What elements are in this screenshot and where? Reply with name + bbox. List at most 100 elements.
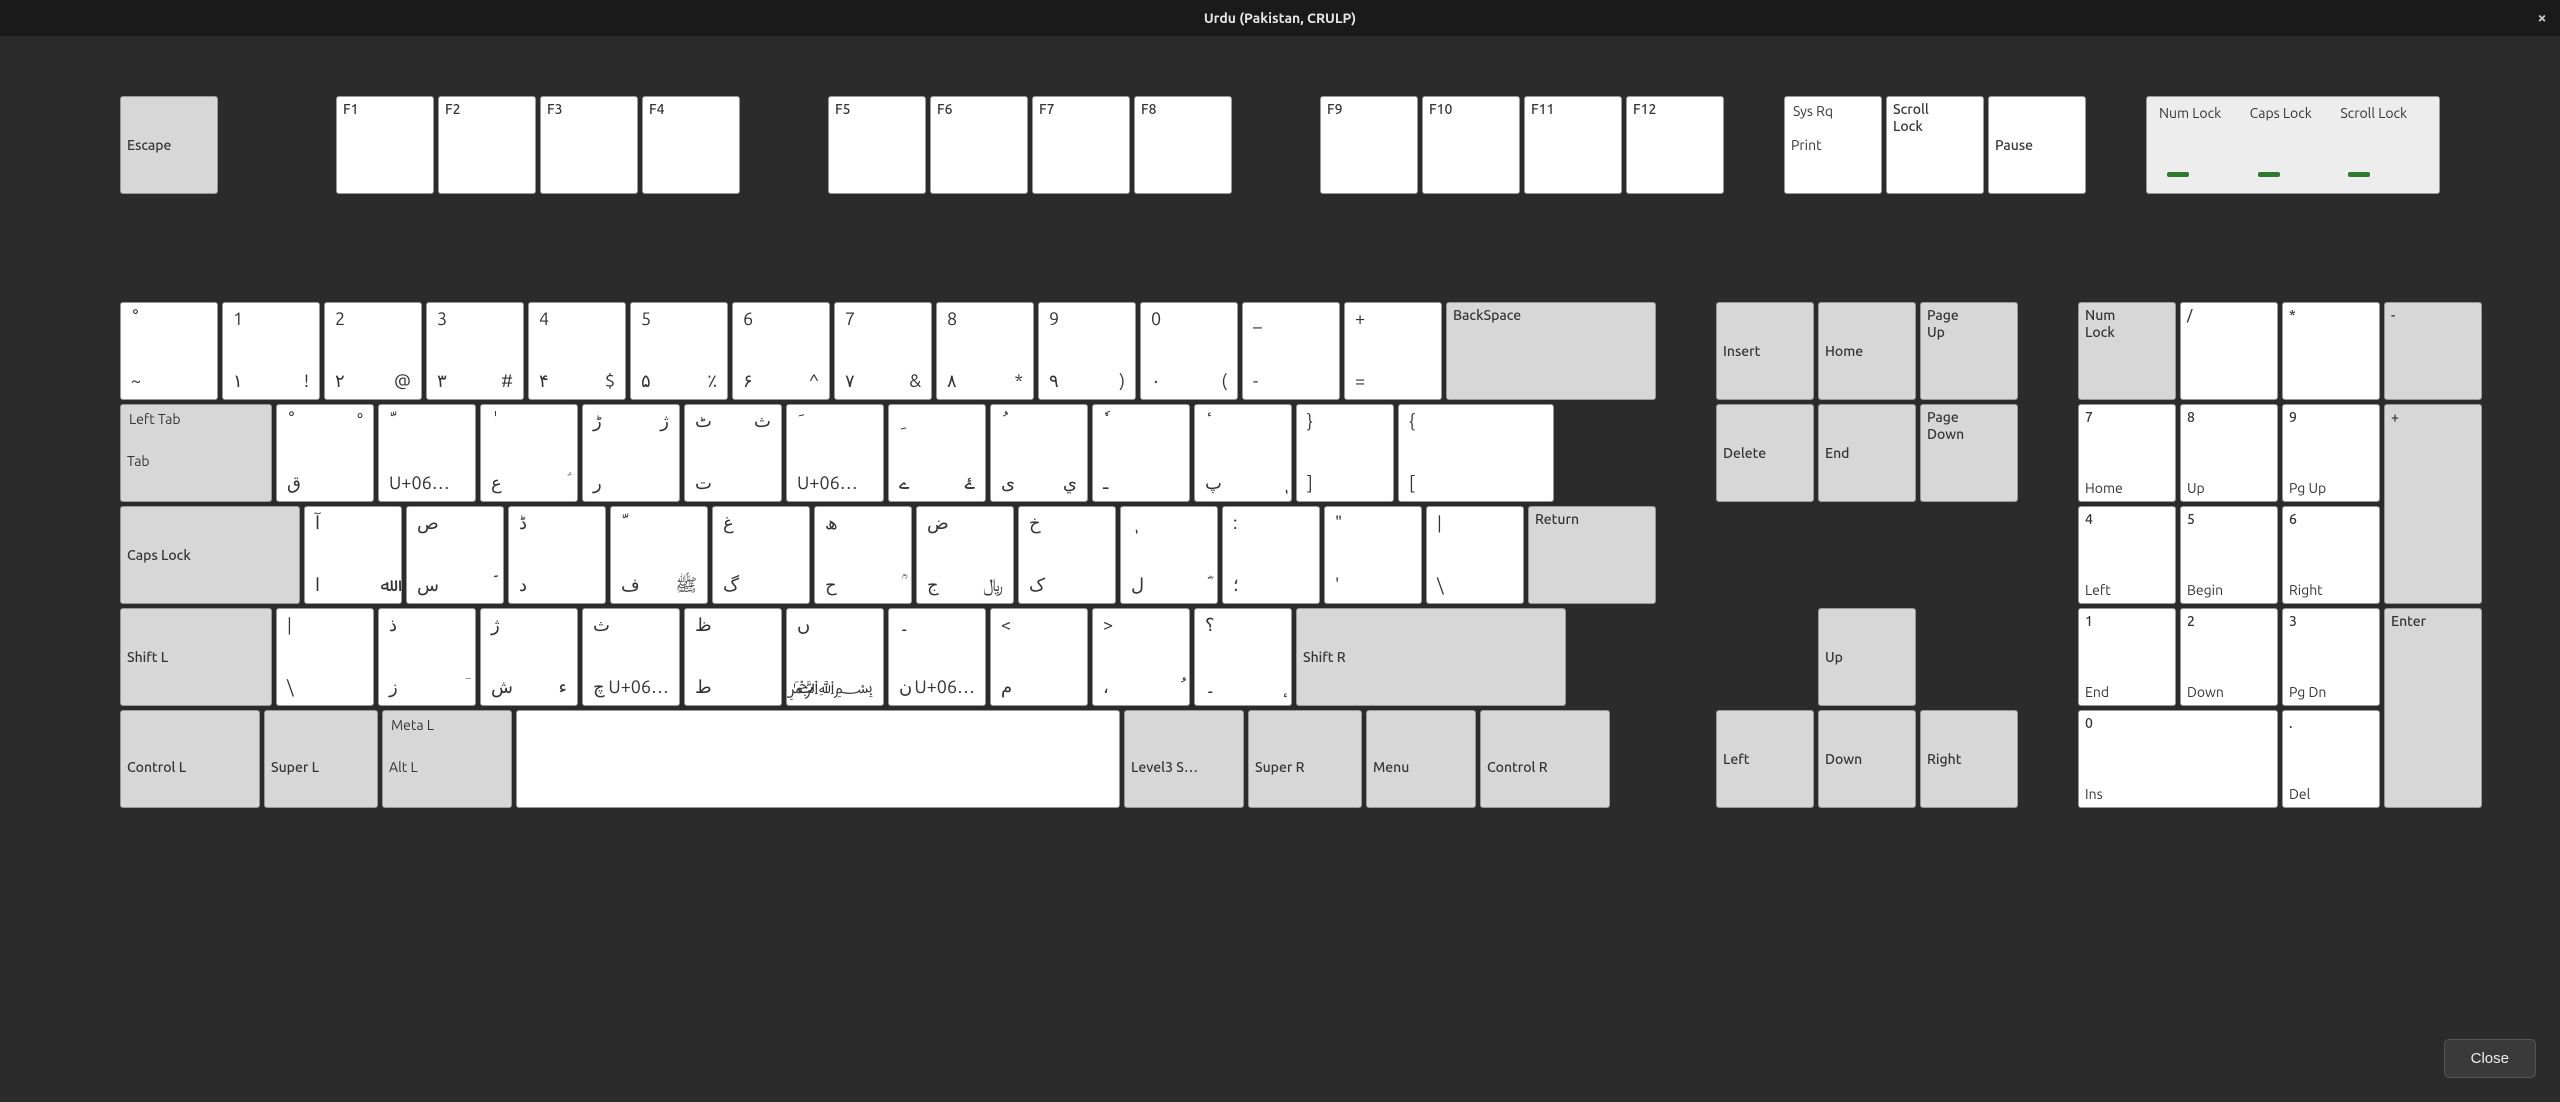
key-iso[interactable]: |\ — [276, 608, 374, 706]
key-escape[interactable]: Escape — [120, 96, 218, 194]
key-i[interactable]: ُیي — [990, 404, 1088, 502]
key-equals[interactable]: += — [1344, 302, 1442, 400]
key-s[interactable]: صسؐ — [406, 506, 504, 604]
key-control-right[interactable]: Control R — [1480, 710, 1610, 808]
key-pause[interactable]: Pause — [1988, 96, 2086, 194]
key-shift-left[interactable]: Shift L — [120, 608, 272, 706]
key-np-subtract[interactable]: - — [2384, 302, 2482, 400]
key-p[interactable]: ٔپٖ — [1194, 404, 1292, 502]
key-tilde[interactable]: ْ~ — [120, 302, 218, 400]
key-f2[interactable]: F2 — [438, 96, 536, 194]
key-alt-left[interactable]: Meta LAlt L — [382, 710, 512, 808]
key-rbracket[interactable]: {[ — [1398, 404, 1554, 502]
key-7[interactable]: 7۷& — [834, 302, 932, 400]
key-np-1[interactable]: 1End — [2078, 608, 2176, 706]
key-super-left[interactable]: Super L — [264, 710, 378, 808]
key-np-7[interactable]: 7Home — [2078, 404, 2176, 502]
key-period[interactable]: ؟۔ٕ — [1194, 608, 1292, 706]
key-np-add[interactable]: + — [2384, 404, 2482, 604]
key-k[interactable]: خک — [1018, 506, 1116, 604]
key-end[interactable]: End — [1818, 404, 1916, 502]
key-control-left[interactable]: Control L — [120, 710, 260, 808]
key-f[interactable]: ّفﷺ — [610, 506, 708, 604]
close-button[interactable]: Close — [2444, 1039, 2536, 1078]
key-a[interactable]: آاﷲ — [304, 506, 402, 604]
key-e[interactable]: ٰعؑ — [480, 404, 578, 502]
key-d[interactable]: ڈد — [508, 506, 606, 604]
key-np-multiply[interactable]: * — [2282, 302, 2380, 400]
key-9[interactable]: 9۹) — [1038, 302, 1136, 400]
key-np-decimal[interactable]: .Del — [2282, 710, 2380, 808]
key-scrolllock[interactable]: Scroll Lock — [1886, 96, 1984, 194]
key-return[interactable]: Return — [1528, 506, 1656, 604]
key-f12[interactable]: F12 — [1626, 96, 1724, 194]
key-np-5[interactable]: 5Begin — [2180, 506, 2278, 604]
key-z[interactable]: ذزؔ — [378, 608, 476, 706]
key-f5[interactable]: F5 — [828, 96, 926, 194]
key-insert[interactable]: Insert — [1716, 302, 1814, 400]
key-m[interactable]: <م — [990, 608, 1088, 706]
key-o[interactable]: ٗـ — [1092, 404, 1190, 502]
key-left[interactable]: Left — [1716, 710, 1814, 808]
key-minus[interactable]: _- — [1242, 302, 1340, 400]
key-h[interactable]: ھحؒ — [814, 506, 912, 604]
key-comma[interactable]: >،ُ — [1092, 608, 1190, 706]
key-tab[interactable]: Left TabTab — [120, 404, 272, 502]
key-numlock[interactable]: Num Lock — [2078, 302, 2176, 400]
key-down[interactable]: Down — [1818, 710, 1916, 808]
key-super-right[interactable]: Super R — [1248, 710, 1362, 808]
key-backslash[interactable]: |\ — [1426, 506, 1524, 604]
key-f7[interactable]: F7 — [1032, 96, 1130, 194]
key-n[interactable]: ۔نU+06… — [888, 608, 986, 706]
key-f11[interactable]: F11 — [1524, 96, 1622, 194]
key-space[interactable] — [516, 710, 1120, 808]
key-2[interactable]: 2٢@ — [324, 302, 422, 400]
key-np-2[interactable]: 2Down — [2180, 608, 2278, 706]
key-np-0[interactable]: 0Ins — [2078, 710, 2278, 808]
key-np-3[interactable]: 3Pg Dn — [2282, 608, 2380, 706]
key-6[interactable]: 6۶^ — [732, 302, 830, 400]
close-icon[interactable]: × — [2532, 8, 2552, 28]
key-semicolon[interactable]: :؛ — [1222, 506, 1320, 604]
key-f8[interactable]: F8 — [1134, 96, 1232, 194]
key-shift-right[interactable]: Shift R — [1296, 608, 1566, 706]
key-level3-shift[interactable]: Level3 S… — [1124, 710, 1244, 808]
key-j[interactable]: ضج﷼ — [916, 506, 1014, 604]
key-5[interactable]: 5۵٪ — [630, 302, 728, 400]
key-backspace[interactable]: BackSpace — [1446, 302, 1656, 400]
key-delete[interactable]: Delete — [1716, 404, 1814, 502]
key-up[interactable]: Up — [1818, 608, 1916, 706]
key-t[interactable]: ٹثت — [684, 404, 782, 502]
key-c[interactable]: ثچU+06… — [582, 608, 680, 706]
key-quote[interactable]: "' — [1324, 506, 1422, 604]
key-x[interactable]: ژشء — [480, 608, 578, 706]
key-g[interactable]: غگ — [712, 506, 810, 604]
key-menu[interactable]: Menu — [1366, 710, 1476, 808]
key-b[interactable]: ںب﷽ — [786, 608, 884, 706]
key-w[interactable]: ّU+06… — [378, 404, 476, 502]
key-y[interactable]: َU+06… — [786, 404, 884, 502]
key-f3[interactable]: F3 — [540, 96, 638, 194]
key-f9[interactable]: F9 — [1320, 96, 1418, 194]
key-pageup[interactable]: Page Up — [1920, 302, 2018, 400]
key-right[interactable]: Right — [1920, 710, 2018, 808]
key-np-8[interactable]: 8Up — [2180, 404, 2278, 502]
key-np-4[interactable]: 4Left — [2078, 506, 2176, 604]
key-v[interactable]: ظط — [684, 608, 782, 706]
key-q[interactable]: ْ°ق — [276, 404, 374, 502]
key-np-6[interactable]: 6Right — [2282, 506, 2380, 604]
key-pagedown[interactable]: Page Down — [1920, 404, 2018, 502]
key-capslock[interactable]: Caps Lock — [120, 506, 300, 604]
key-r[interactable]: ڑژر — [582, 404, 680, 502]
key-0[interactable]: 0٠( — [1140, 302, 1238, 400]
key-np-9[interactable]: 9Pg Up — [2282, 404, 2380, 502]
key-3[interactable]: 3٣# — [426, 302, 524, 400]
key-8[interactable]: 8۸* — [936, 302, 1034, 400]
key-sysrq[interactable]: Sys Rq Print — [1784, 96, 1882, 194]
key-u[interactable]: ِےۓ — [888, 404, 986, 502]
key-l[interactable]: ٖلؓ — [1120, 506, 1218, 604]
key-np-enter[interactable]: Enter — [2384, 608, 2482, 808]
key-1[interactable]: 1١! — [222, 302, 320, 400]
key-lbracket[interactable]: }] — [1296, 404, 1394, 502]
key-home[interactable]: Home — [1818, 302, 1916, 400]
